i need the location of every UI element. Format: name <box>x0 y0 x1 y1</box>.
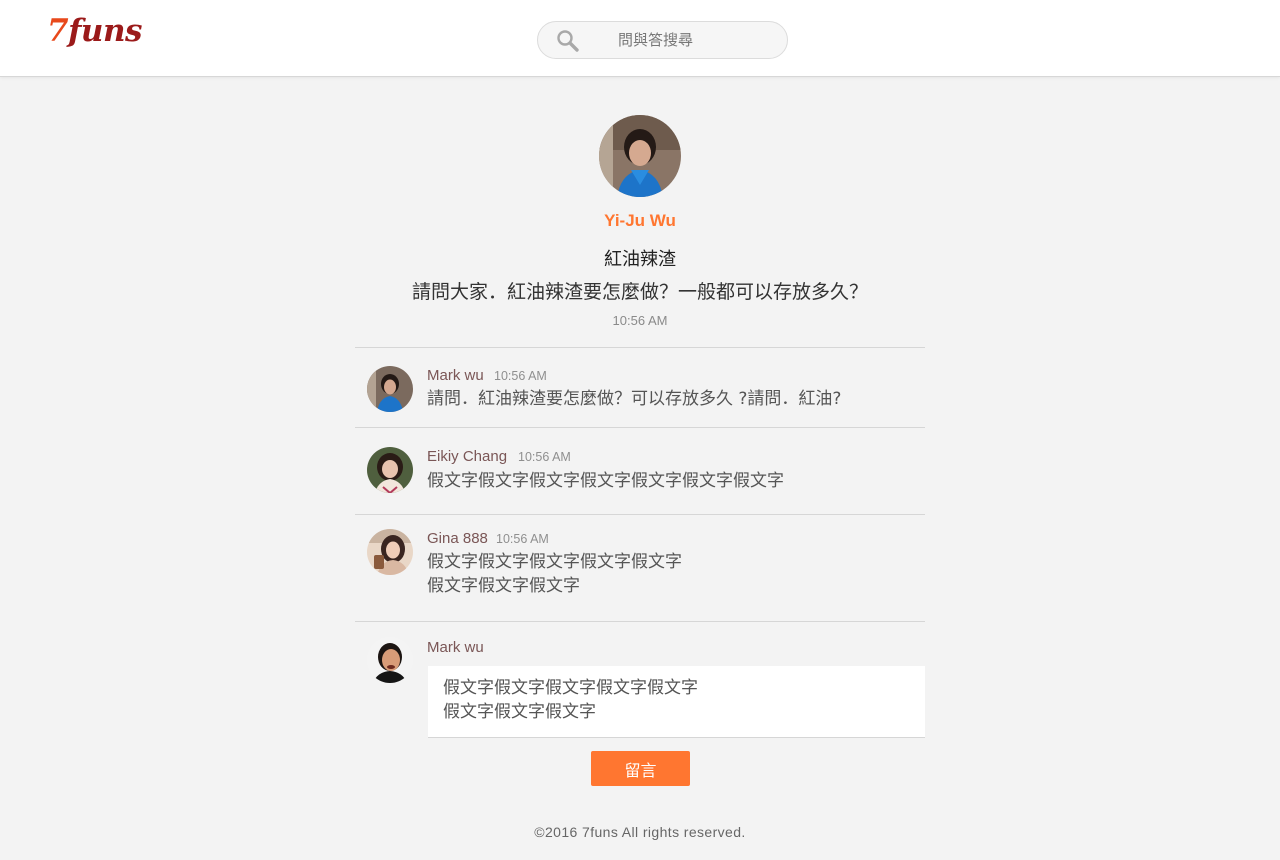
post-title: 紅油辣渣 <box>604 249 676 270</box>
comment-line: 假文字假文字假文字假文字假文字 <box>427 552 682 572</box>
avatar[interactable] <box>367 366 413 412</box>
comment-line: 假文字假文字假文字假文字假文字假文字假文字 <box>427 471 784 491</box>
logo-funs: funs <box>68 13 142 49</box>
avatar[interactable] <box>367 447 413 493</box>
comment-thread: Mark wu 10:56 AM 請問．紅油辣渣要怎麼做？可以存放多久 ?請問．… <box>355 347 925 741</box>
site-logo[interactable]: 7funs <box>47 13 142 49</box>
comment-textarea[interactable]: 假文字假文字假文字假文字假文字 假文字假文字假文字 <box>428 666 925 738</box>
top-header: 7funs <box>0 0 1280 77</box>
comment-item: Mark wu 10:56 AM 請問．紅油辣渣要怎麼做？可以存放多久 ?請問．… <box>355 347 925 427</box>
compose-line: 假文字假文字假文字假文字假文字 <box>443 678 698 698</box>
comment-text: 請問．紅油辣渣要怎麼做？可以存放多久 ?請問．紅油? <box>427 387 841 411</box>
search-input[interactable] <box>600 28 770 52</box>
comment-item: Gina 888 10:56 AM 假文字假文字假文字假文字假文字 假文字假文字… <box>355 514 925 621</box>
comment-item: Eikiy Chang 10:56 AM 假文字假文字假文字假文字假文字假文字假… <box>355 427 925 514</box>
post-author[interactable]: Yi-Ju Wu <box>0 211 1280 231</box>
logo-seven: 7 <box>47 13 69 49</box>
comment-author[interactable]: Mark wu <box>427 367 484 384</box>
comment-author[interactable]: Gina 888 <box>427 530 488 547</box>
search-icon[interactable] <box>556 29 580 53</box>
avatar[interactable] <box>367 529 413 575</box>
avatar <box>599 115 681 197</box>
post-body: 請問大家．紅油辣渣要怎麼做？一般都可以存放多久？ <box>411 281 868 303</box>
comment-text: 假文字假文字假文字假文字假文字假文字假文字 <box>427 469 784 493</box>
comment-time: 10:56 AM <box>518 450 571 464</box>
comment-time: 10:56 AM <box>494 369 547 383</box>
comment-author[interactable]: Eikiy Chang <box>427 448 507 465</box>
submit-comment-button[interactable]: 留言 <box>591 751 690 786</box>
compose-author: Mark wu <box>427 639 484 656</box>
compose-line: 假文字假文字假文字 <box>443 702 596 722</box>
comment-line: 假文字假文字假文字 <box>427 576 580 596</box>
copyright-footer: ©2016 7funs All rights reserved. <box>534 824 746 840</box>
search-bar[interactable] <box>537 21 788 59</box>
avatar <box>367 637 413 683</box>
post-time: 10:56 AM <box>612 313 668 328</box>
comment-time: 10:56 AM <box>496 532 549 546</box>
comment-text: 假文字假文字假文字假文字假文字 假文字假文字假文字 <box>427 550 682 598</box>
comment-compose: Mark wu 假文字假文字假文字假文字假文字 假文字假文字假文字 <box>355 621 925 741</box>
comment-line: 請問．紅油辣渣要怎麼做？可以存放多久 ?請問．紅油? <box>427 389 842 409</box>
